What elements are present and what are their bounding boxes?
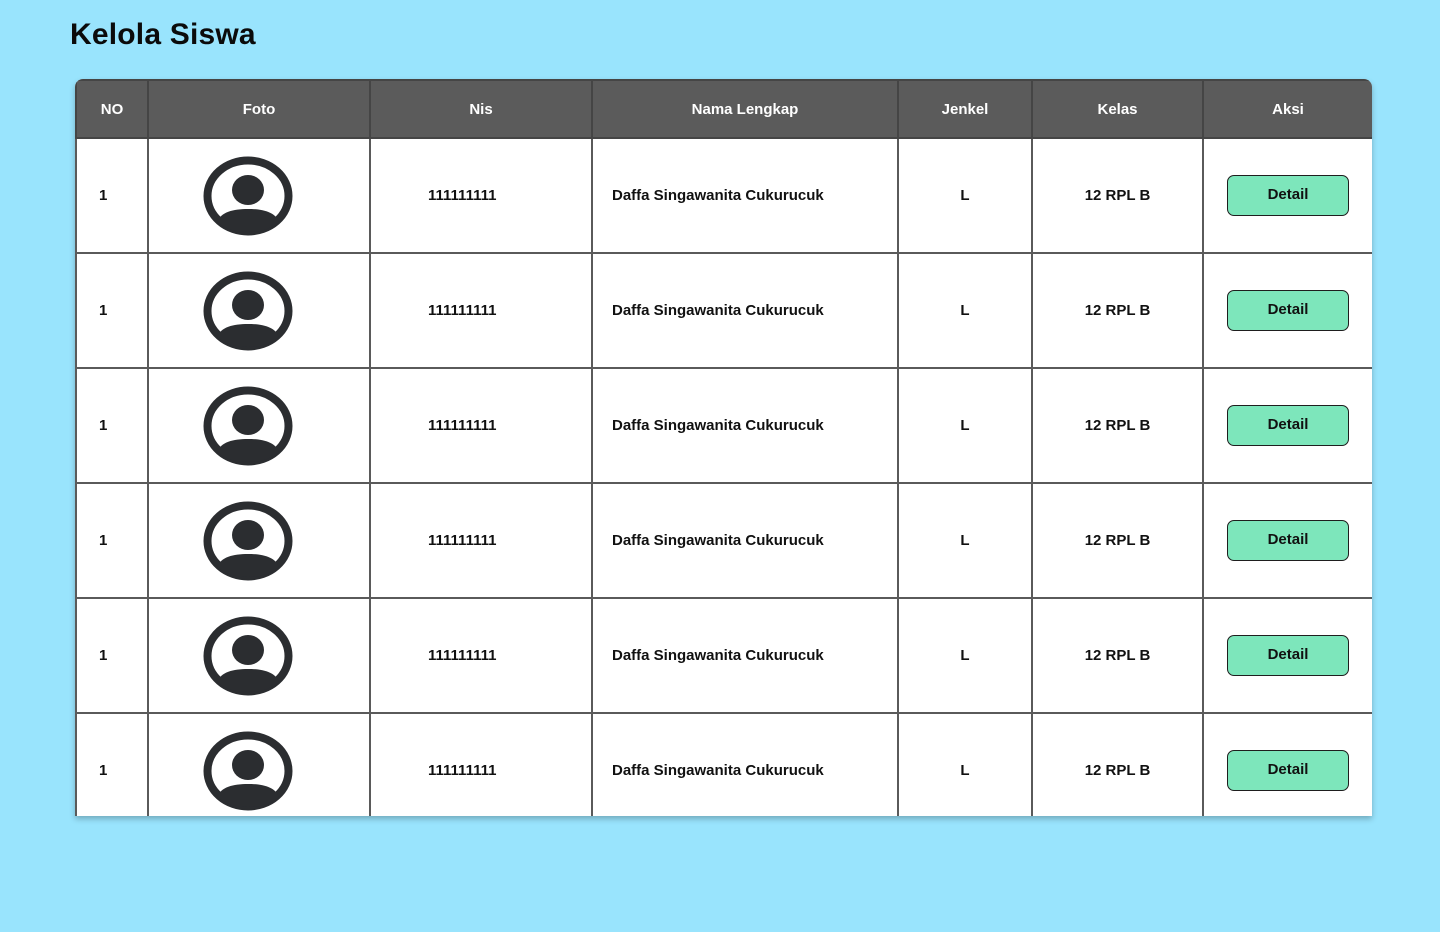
- cell-foto: [147, 252, 371, 369]
- detail-button[interactable]: Detail: [1227, 520, 1349, 561]
- cell-jenkel: L: [897, 252, 1033, 369]
- table-row: 1 111111111 Daffa Singawanita Cukurucuk …: [75, 712, 1372, 816]
- cell-nama-lengkap: Daffa Singawanita Cukurucuk: [591, 712, 899, 816]
- cell-aksi: Detail: [1202, 137, 1372, 254]
- cell-nis: 111111111: [369, 712, 593, 816]
- cell-nama-lengkap: Daffa Singawanita Cukurucuk: [591, 597, 899, 714]
- detail-button[interactable]: Detail: [1227, 750, 1349, 791]
- cell-jenkel: L: [897, 367, 1033, 484]
- cell-nama-lengkap: Daffa Singawanita Cukurucuk: [591, 482, 899, 599]
- table-row: 1 111111111 Daffa Singawanita Cukurucuk …: [75, 597, 1372, 714]
- cell-nis: 111111111: [369, 482, 593, 599]
- cell-nis: 111111111: [369, 367, 593, 484]
- detail-button[interactable]: Detail: [1227, 290, 1349, 331]
- cell-kelas: 12 RPL B: [1031, 252, 1204, 369]
- user-avatar-icon: [203, 156, 293, 235]
- cell-nis: 111111111: [369, 137, 593, 254]
- cell-nama-lengkap: Daffa Singawanita Cukurucuk: [591, 367, 899, 484]
- cell-no: 1: [75, 367, 149, 484]
- table-row: 1 111111111 Daffa Singawanita Cukurucuk …: [75, 367, 1372, 484]
- cell-aksi: Detail: [1202, 482, 1372, 599]
- cell-foto: [147, 597, 371, 714]
- column-header-nama-lengkap: Nama Lengkap: [591, 79, 899, 139]
- detail-button[interactable]: Detail: [1227, 175, 1349, 216]
- cell-no: 1: [75, 597, 149, 714]
- user-avatar-icon: [203, 386, 293, 465]
- cell-aksi: Detail: [1202, 252, 1372, 369]
- cell-jenkel: L: [897, 712, 1033, 816]
- column-header-nis: Nis: [369, 79, 593, 139]
- detail-button[interactable]: Detail: [1227, 635, 1349, 676]
- cell-kelas: 12 RPL B: [1031, 482, 1204, 599]
- cell-no: 1: [75, 137, 149, 254]
- column-header-no: NO: [75, 79, 149, 139]
- cell-kelas: 12 RPL B: [1031, 712, 1204, 816]
- cell-aksi: Detail: [1202, 712, 1372, 816]
- table-header-row: NO Foto Nis Nama Lengkap Jenkel Kelas Ak…: [75, 79, 1372, 139]
- table-row: 1 111111111 Daffa Singawanita Cukurucuk …: [75, 137, 1372, 254]
- column-header-aksi: Aksi: [1202, 79, 1372, 139]
- cell-nis: 111111111: [369, 252, 593, 369]
- table-row: 1 111111111 Daffa Singawanita Cukurucuk …: [75, 482, 1372, 599]
- cell-nama-lengkap: Daffa Singawanita Cukurucuk: [591, 137, 899, 254]
- cell-kelas: 12 RPL B: [1031, 367, 1204, 484]
- cell-nis: 111111111: [369, 597, 593, 714]
- cell-kelas: 12 RPL B: [1031, 137, 1204, 254]
- cell-jenkel: L: [897, 137, 1033, 254]
- detail-button[interactable]: Detail: [1227, 405, 1349, 446]
- cell-no: 1: [75, 252, 149, 369]
- column-header-kelas: Kelas: [1031, 79, 1204, 139]
- cell-foto: [147, 137, 371, 254]
- column-header-jenkel: Jenkel: [897, 79, 1033, 139]
- cell-foto: [147, 367, 371, 484]
- user-avatar-icon: [203, 616, 293, 695]
- cell-foto: [147, 712, 371, 816]
- user-avatar-icon: [203, 731, 293, 810]
- cell-aksi: Detail: [1202, 367, 1372, 484]
- cell-nama-lengkap: Daffa Singawanita Cukurucuk: [591, 252, 899, 369]
- page-title: Kelola Siswa: [70, 18, 256, 51]
- table-row: 1 111111111 Daffa Singawanita Cukurucuk …: [75, 252, 1372, 369]
- cell-jenkel: L: [897, 597, 1033, 714]
- cell-aksi: Detail: [1202, 597, 1372, 714]
- cell-foto: [147, 482, 371, 599]
- user-avatar-icon: [203, 271, 293, 350]
- column-header-foto: Foto: [147, 79, 371, 139]
- student-table: NO Foto Nis Nama Lengkap Jenkel Kelas Ak…: [75, 79, 1372, 816]
- user-avatar-icon: [203, 501, 293, 580]
- cell-no: 1: [75, 482, 149, 599]
- cell-no: 1: [75, 712, 149, 816]
- cell-kelas: 12 RPL B: [1031, 597, 1204, 714]
- cell-jenkel: L: [897, 482, 1033, 599]
